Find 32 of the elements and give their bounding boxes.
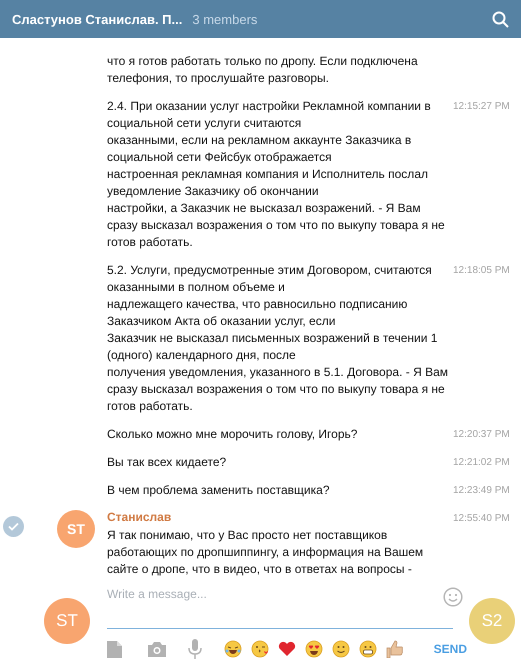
message-text: что я готов работать только по дропу. Если подключена телефония, то прослушайте разговоры. bbox=[107, 53, 419, 87]
check-circle-icon[interactable] bbox=[3, 516, 24, 537]
member-count: 3 members bbox=[192, 12, 258, 26]
user-avatar[interactable]: S2 bbox=[469, 598, 515, 644]
heart-eyes-face-icon[interactable] bbox=[305, 640, 323, 658]
send-button[interactable]: SEND bbox=[434, 642, 467, 656]
message-time: 12:55:40 PM bbox=[453, 512, 511, 524]
message-time: 12:15:27 PM bbox=[453, 100, 511, 112]
microphone-icon[interactable] bbox=[188, 639, 202, 659]
message-text: Сколько можно мне морочить голову, Игорь? bbox=[107, 426, 358, 443]
message-time: 12:18:05 PM bbox=[453, 264, 511, 276]
kissing-face-icon[interactable] bbox=[251, 640, 269, 658]
chat-title: Сластунов Станислав. П... bbox=[12, 12, 182, 26]
message-text: В чем проблема заменить поставщика? bbox=[107, 482, 330, 499]
file-icon[interactable] bbox=[107, 640, 122, 658]
message-time: 12:21:02 PM bbox=[453, 456, 511, 468]
user-avatar[interactable]: ST bbox=[57, 510, 95, 548]
message-text: 5.2. Услуги, предусмотренные этим Договором, считаются оказанными в полном объеме и надлежащего качества, что равносильно подписанию Заказчиком Акта об оказании услуг, если Заказчик не высказал письменных возражений в течении 1 (одного) календарного дня, после получения уведомления, указанного в 5.1. Договора. - Я Вам сразу высказал возражения о том что по выкупу товара я не готов работать. bbox=[107, 262, 449, 415]
heart-icon[interactable] bbox=[278, 641, 296, 657]
thumbs-up-icon[interactable] bbox=[386, 640, 403, 658]
laughing-face-icon[interactable] bbox=[224, 640, 242, 658]
camera-icon[interactable] bbox=[148, 642, 166, 656]
message-text: Я так понимаю, что у Вас просто нет поставщиков работающих по дропшиппингу, а информация на Вашем сайте о дропе, что в видео, что в ответах на вопросы - bbox=[107, 527, 424, 578]
message-text: Вы так всех кидаете? bbox=[107, 454, 228, 471]
search-icon[interactable] bbox=[492, 10, 509, 28]
message-time: 12:23:49 PM bbox=[453, 484, 511, 496]
grimacing-face-icon[interactable] bbox=[359, 640, 377, 658]
message-time: 12:20:37 PM bbox=[453, 428, 511, 440]
user-avatar[interactable]: ST bbox=[44, 598, 90, 644]
smiling-face-icon[interactable] bbox=[332, 640, 350, 658]
message-text: 2.4. При оказании услуг настройки Рекламной компании в социальной сети услуги считаются оказанными, если на рекламном аккаунте Заказчика в социальной сети Фейсбук отображается настроенная рекламная компания и Исполнитель послал уведомление Заказчику об окончании настройки, а Заказчик не высказал возражений. - Я Вам сразу высказал возражения о том что по выкупу товара я не готов работать. bbox=[107, 98, 446, 251]
author-name[interactable]: Станислав bbox=[107, 510, 453, 524]
